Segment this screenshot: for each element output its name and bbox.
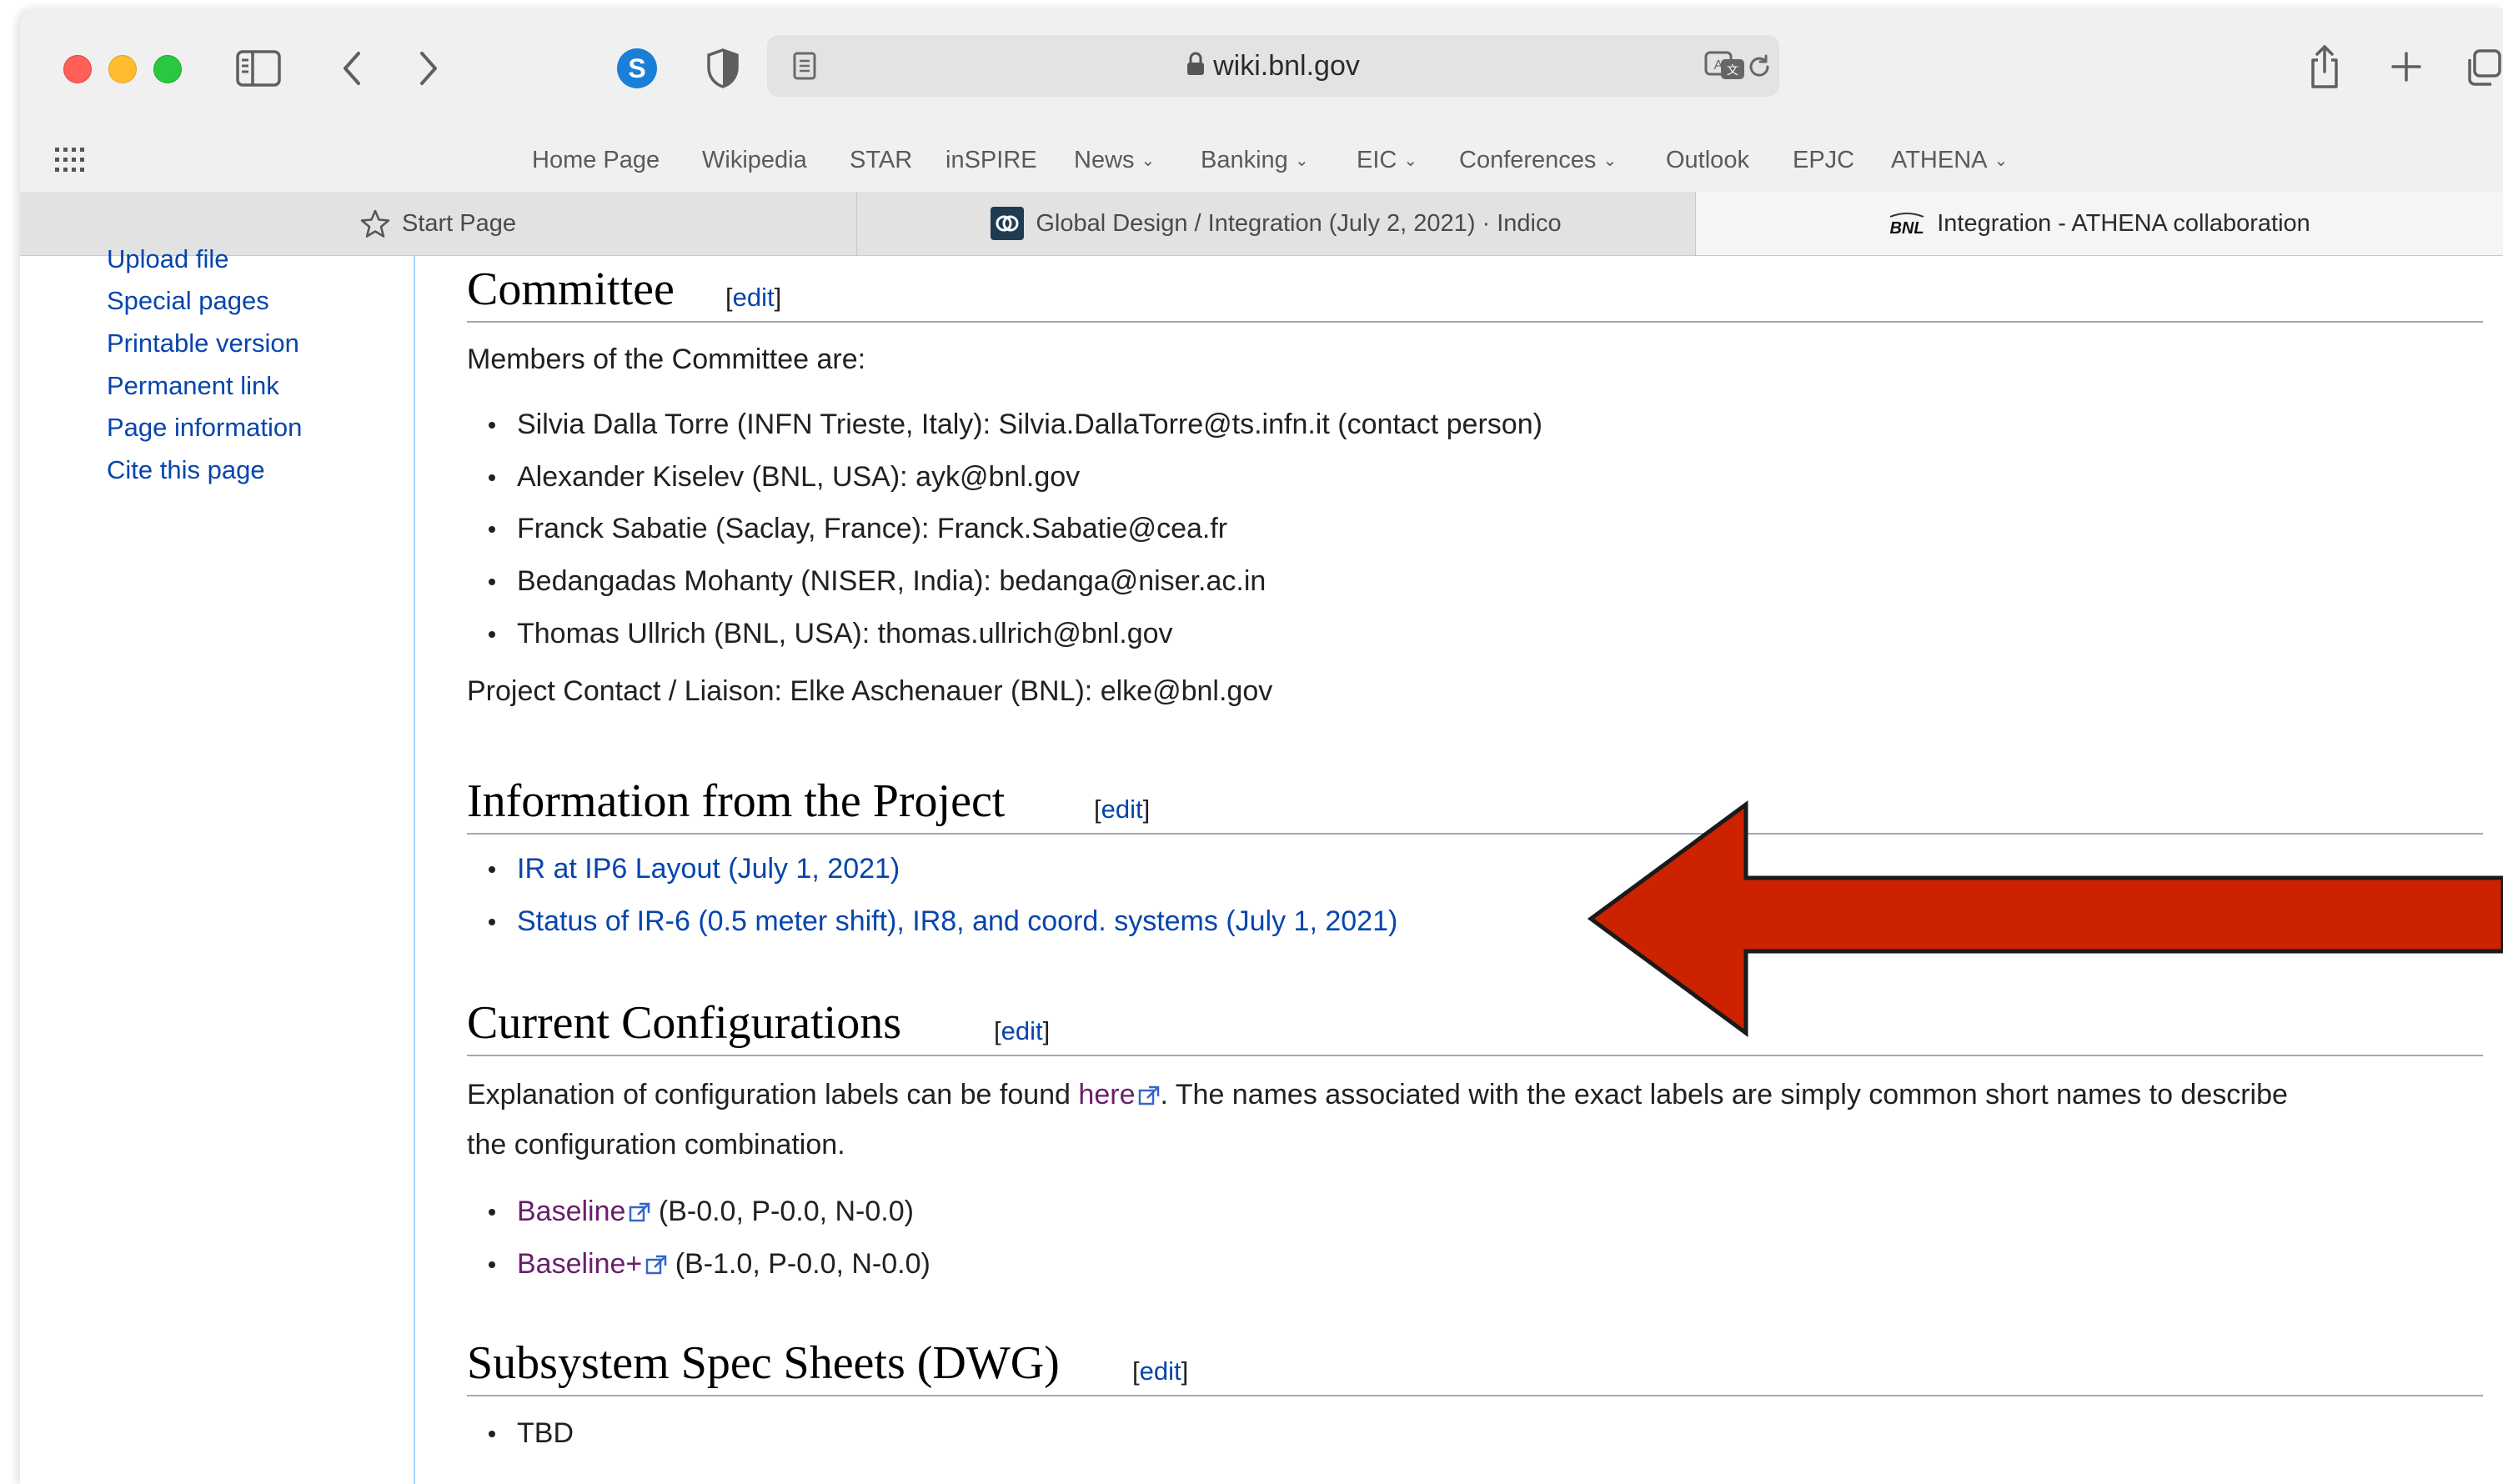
- committee-member: Bedangadas Mohanty (NISER, India): bedan…: [489, 560, 1266, 602]
- sidebar-link-printable-version[interactable]: Printable version: [107, 328, 299, 358]
- tab-athena-integration[interactable]: BNL Integration - ATHENA collaboration: [1696, 192, 2503, 255]
- annotation-arrow: [1588, 800, 2503, 1037]
- zoom-window-button[interactable]: [153, 55, 182, 83]
- sidebar-link-special-pages[interactable]: Special pages: [107, 286, 269, 316]
- sidebar-link-upload-file[interactable]: Upload file: [107, 244, 228, 274]
- edit-link-committee[interactable]: [edit]: [725, 283, 781, 313]
- edit-link-spec-sheets[interactable]: [edit]: [1132, 1356, 1188, 1386]
- svg-text:S: S: [628, 53, 645, 83]
- new-tab-icon[interactable]: [2386, 47, 2426, 87]
- favorite-outlook[interactable]: Outlook: [1666, 128, 1749, 192]
- close-window-button[interactable]: [63, 55, 92, 83]
- heading-text: Information from the Project: [467, 775, 1006, 827]
- committee-member: Thomas Ullrich (BNL, USA): thomas.ullric…: [489, 613, 1173, 654]
- favorite-conferences[interactable]: Conferences ⌄: [1459, 128, 1617, 192]
- external-link-icon: [1138, 1071, 1160, 1121]
- chevron-down-icon: ⌄: [1294, 152, 1309, 171]
- svg-text:文: 文: [1727, 63, 1738, 77]
- tab-bar: Start Page Global Design / Integration (…: [20, 192, 2503, 256]
- chevron-down-icon: ⌄: [1403, 152, 1418, 171]
- configuration-item: Baseline+ (B-1.0, P-0.0, N-0.0): [489, 1243, 930, 1286]
- wiki-sidebar: Upload file Special pages Printable vers…: [20, 244, 414, 1484]
- favorite-news[interactable]: News ⌄: [1074, 128, 1155, 192]
- star-icon: [360, 209, 390, 238]
- configurations-explanation-line2: the configuration combination.: [467, 1129, 845, 1161]
- indico-icon: [991, 207, 1025, 240]
- skype-extension-icon[interactable]: S: [614, 45, 660, 92]
- sidebar-link-cite-this-page[interactable]: Cite this page: [107, 455, 265, 485]
- favorite-athena[interactable]: ATHENA ⌄: [1891, 128, 2008, 192]
- page-content: Upload file Special pages Printable vers…: [20, 244, 2503, 1484]
- external-link-icon: [645, 1245, 667, 1286]
- project-contact: Project Contact / Liaison: Elke Aschenau…: [467, 675, 1273, 707]
- minimize-window-button[interactable]: [108, 55, 137, 83]
- sidebar-divider: [414, 256, 415, 1484]
- tab-label: Integration - ATHENA collaboration: [1937, 209, 2310, 237]
- favorite-epjc[interactable]: EPJC: [1793, 128, 1854, 192]
- heading-text: Subsystem Spec Sheets (DWG): [467, 1337, 1060, 1389]
- section-heading-committee: Committee [edit]: [467, 256, 2483, 323]
- favorite-wikipedia[interactable]: Wikipedia: [702, 128, 807, 192]
- project-link-item[interactable]: Status of IR-6 (0.5 meter shift), IR8, a…: [489, 900, 1397, 942]
- edit-link-configurations[interactable]: [edit]: [994, 1016, 1050, 1046]
- svg-text:BNL: BNL: [1890, 219, 1924, 237]
- browser-window: S wiki.bnl.gov A文 Home Page Wikipedia ST…: [20, 8, 2503, 1484]
- section-heading-spec-sheets: Subsystem Spec Sheets (DWG) [edit]: [467, 1330, 2483, 1396]
- chevron-down-icon: ⌄: [1141, 152, 1156, 171]
- sidebar-link-permanent-link[interactable]: Permanent link: [107, 371, 279, 401]
- heading-text: Committee: [467, 263, 675, 315]
- tab-label: Global Design / Integration (July 2, 202…: [1036, 209, 1562, 237]
- tab-overview-icon[interactable]: [2463, 47, 2503, 88]
- committee-member: Alexander Kiselev (BNL, USA): ayk@bnl.go…: [489, 456, 1080, 498]
- tab-indico[interactable]: Global Design / Integration (July 2, 202…: [857, 192, 1696, 255]
- sidebar-toggle-icon[interactable]: [235, 47, 282, 90]
- heading-text: Current Configurations: [467, 997, 902, 1049]
- chevron-down-icon: ⌄: [1603, 152, 1618, 171]
- favorite-inspire[interactable]: inSPIRE: [946, 128, 1037, 192]
- url-text: wiki.bnl.gov: [1213, 50, 1360, 82]
- tab-label: Start Page: [401, 209, 517, 237]
- url-display[interactable]: wiki.bnl.gov: [767, 35, 1779, 97]
- apps-grid-icon[interactable]: [53, 145, 87, 175]
- committee-intro: Members of the Committee are:: [467, 343, 866, 375]
- edit-link-project-info[interactable]: [edit]: [1094, 795, 1150, 825]
- spec-sheet-item: TBD: [489, 1412, 574, 1454]
- bnl-logo-icon: BNL: [1889, 210, 1925, 237]
- forward-icon[interactable]: [412, 47, 445, 90]
- baseline-link[interactable]: Baseline: [517, 1196, 625, 1227]
- lock-icon: [1186, 37, 1205, 98]
- external-link-icon: [629, 1192, 650, 1234]
- favorite-star[interactable]: STAR: [850, 128, 912, 192]
- configurations-explanation: Explanation of configuration labels can …: [467, 1070, 2483, 1121]
- browser-toolbar: S wiki.bnl.gov A文: [20, 8, 2503, 128]
- configuration-item: Baseline (B-0.0, P-0.0, N-0.0): [489, 1191, 914, 1234]
- favorites-bar: Home Page Wikipedia STAR inSPIRE News ⌄ B…: [20, 128, 2503, 193]
- favorite-eic[interactable]: EIC ⌄: [1357, 128, 1417, 192]
- translate-icon[interactable]: A文: [1704, 50, 1746, 82]
- privacy-shield-icon[interactable]: [702, 45, 744, 92]
- committee-member: Silvia Dalla Torre (INFN Trieste, Italy)…: [489, 404, 1542, 445]
- share-icon[interactable]: [2306, 42, 2343, 92]
- project-link-item[interactable]: IR at IP6 Layout (July 1, 2021): [489, 848, 900, 890]
- favorite-home-page[interactable]: Home Page: [532, 128, 660, 192]
- baseline-plus-link[interactable]: Baseline+: [517, 1248, 642, 1280]
- back-icon[interactable]: [335, 47, 369, 90]
- committee-member: Franck Sabatie (Saclay, France): Franck.…: [489, 508, 1227, 549]
- here-link[interactable]: here: [1078, 1079, 1135, 1110]
- address-bar[interactable]: wiki.bnl.gov A文: [767, 35, 1779, 97]
- chevron-down-icon: ⌄: [1994, 152, 2009, 171]
- favorite-banking[interactable]: Banking ⌄: [1201, 128, 1309, 192]
- reload-icon[interactable]: [1744, 52, 1774, 82]
- sidebar-link-page-information[interactable]: Page information: [107, 413, 302, 443]
